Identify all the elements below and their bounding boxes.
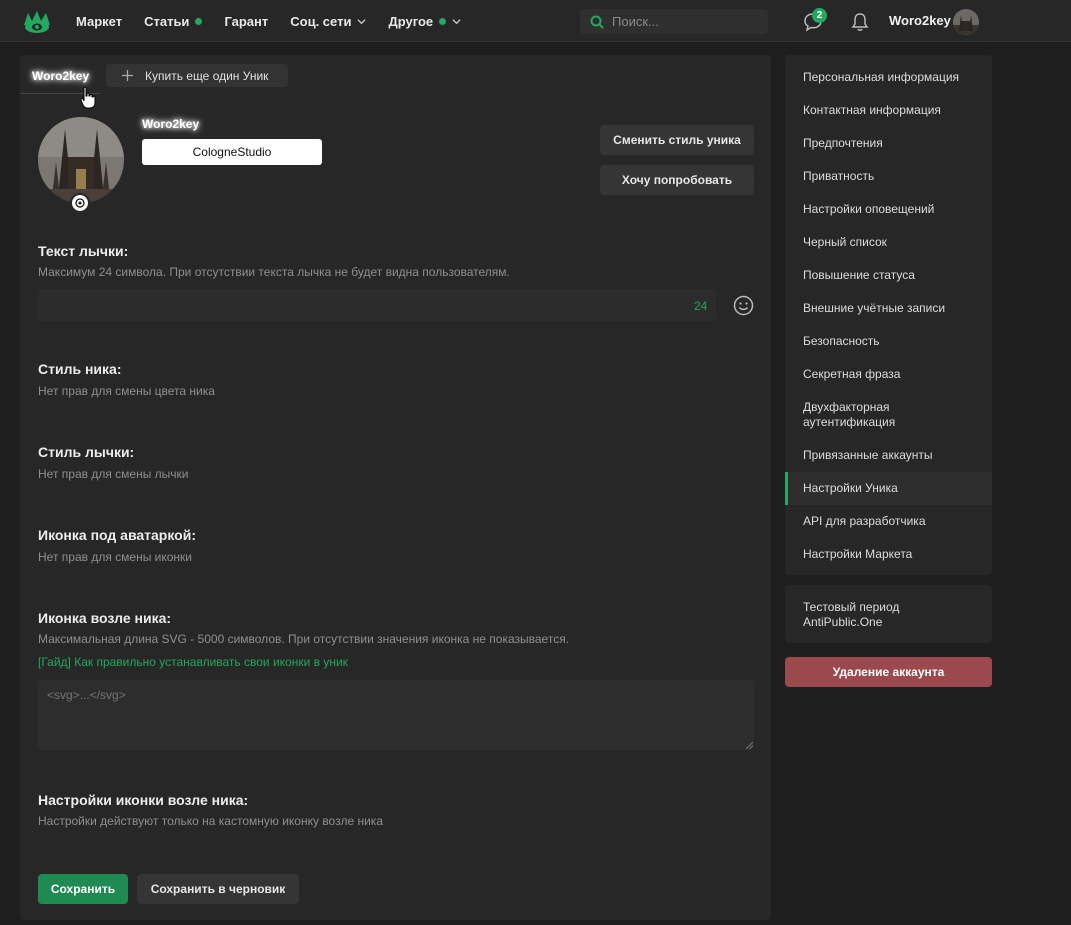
nav-label: Гарант [224,13,269,29]
profile-avatar[interactable] [38,117,124,203]
badge-text-desc: Максимум 24 символа. При отсутствии текс… [38,265,510,279]
hand-cursor-icon [80,86,96,109]
sidebar-item-personal[interactable]: Персональная информация [785,70,992,85]
unique-settings-panel: Woro2key Купить еще один Уник Woro2key C… [20,55,771,920]
trial-panel: Тестовый период AntiPublic.One [785,585,992,643]
sidebar-item-contact[interactable]: Контактная информация [785,103,992,118]
buy-unique-button[interactable]: Купить еще один Уник [106,64,288,87]
sidebar-item-privacy[interactable]: Приватность [785,169,992,184]
sidebar-item-upgrade[interactable]: Повышение статуса [785,268,992,283]
main-nav: Маркет Статьи Гарант Соц. сети Другое [76,0,461,42]
emoji-icon[interactable] [733,295,754,316]
nav-social[interactable]: Соц. сети [290,13,367,29]
nick-icon-title: Иконка возле ника: [38,610,172,626]
top-header: Маркет Статьи Гарант Соц. сети Другое 2 … [0,0,1071,42]
nick-icon-settings-desc: Настройки действуют только на кастомную … [38,814,383,828]
avatar-icon-title: Иконка под аватаркой: [38,527,197,543]
nav-label: Другое [388,13,434,29]
sidebar-item-secret-phrase[interactable]: Секретная фраза [785,367,992,382]
logo-icon[interactable] [22,9,52,35]
nick-style-title: Стиль ника: [38,361,122,377]
nick-icon-desc: Максимальная длина SVG - 5000 символов. … [38,632,570,646]
nav-market[interactable]: Маркет [76,14,122,29]
header-avatar[interactable] [953,9,979,35]
nick-style-desc: Нет прав для смены цвета ника [38,384,215,398]
bell-icon[interactable] [849,11,871,33]
nav-articles[interactable]: Статьи [144,13,203,29]
badge-text-title: Текст лычки: [38,243,129,259]
sidebar-item-2fa[interactable]: Двухфакторная аутентификация [785,400,925,430]
sidebar-item-external-accounts[interactable]: Внешние учётные записи [785,301,992,316]
nav-label: Статьи [144,13,190,29]
sidebar-item-trial[interactable]: Тестовый период AntiPublic.One [785,600,935,630]
change-style-button[interactable]: Сменить стиль уника [600,125,754,155]
sidebar-item-security[interactable]: Безопасность [785,334,992,349]
sidebar-item-unique-settings[interactable]: Настройки Уника [785,472,992,505]
char-counter: 24 [694,299,708,313]
avatar-badge-icon [70,193,90,213]
tab-current-unique[interactable]: Woro2key [32,69,89,83]
resize-grip-icon[interactable] [746,742,753,749]
nick-icon-settings-title: Настройки иконки возле ника: [38,792,249,808]
sidebar-item-market-settings[interactable]: Настройки Маркета [785,547,992,562]
save-button[interactable]: Сохранить [38,874,128,904]
save-draft-button[interactable]: Сохранить в черновик [137,874,299,904]
nick-icon-svg-textarea[interactable] [38,680,754,750]
sidebar-item-linked-accounts[interactable]: Привязанные аккаунты [785,448,992,463]
profile-username: Woro2key [142,117,200,131]
delete-account-button[interactable]: Удаление аккаунта [785,657,992,687]
search-icon [590,15,604,29]
sidebar-item-blacklist[interactable]: Черный список [785,235,992,250]
profile-banner: CologneStudio [142,139,322,165]
try-button[interactable]: Хочу попробовать [600,165,754,195]
nav-guarantor[interactable]: Гарант [224,14,268,29]
new-dot-icon [439,17,447,25]
nick-icon-guide-link[interactable]: [Гайд] Как правильно устанавливать свои … [38,655,348,669]
buy-unique-label: Купить еще один Уник [145,68,269,83]
settings-sidebar: Персональная информация Контактная инфор… [785,55,992,575]
chevron-down-icon [452,18,461,24]
header-username[interactable]: Woro2key [889,13,951,28]
badge-text-input[interactable] [38,289,716,321]
new-dot-icon [195,17,203,25]
messages-count-badge: 2 [812,8,827,23]
badge-style-title: Стиль лычки: [38,444,135,460]
sidebar-item-preferences[interactable]: Предпочтения [785,136,992,151]
nav-label: Маркет [76,13,123,29]
plus-icon [122,70,133,81]
sidebar-item-api[interactable]: API для разработчика [785,514,992,529]
search-box[interactable] [580,9,768,34]
sidebar-item-notifications[interactable]: Настройки оповещений [785,202,992,217]
nav-label: Соц. сети [290,13,352,29]
avatar-icon-desc: Нет прав для смены иконки [38,550,193,564]
badge-style-desc: Нет прав для смены лычки [38,467,189,481]
search-input[interactable] [612,14,762,29]
nav-other[interactable]: Другое [388,14,461,29]
chevron-down-icon [357,18,367,24]
